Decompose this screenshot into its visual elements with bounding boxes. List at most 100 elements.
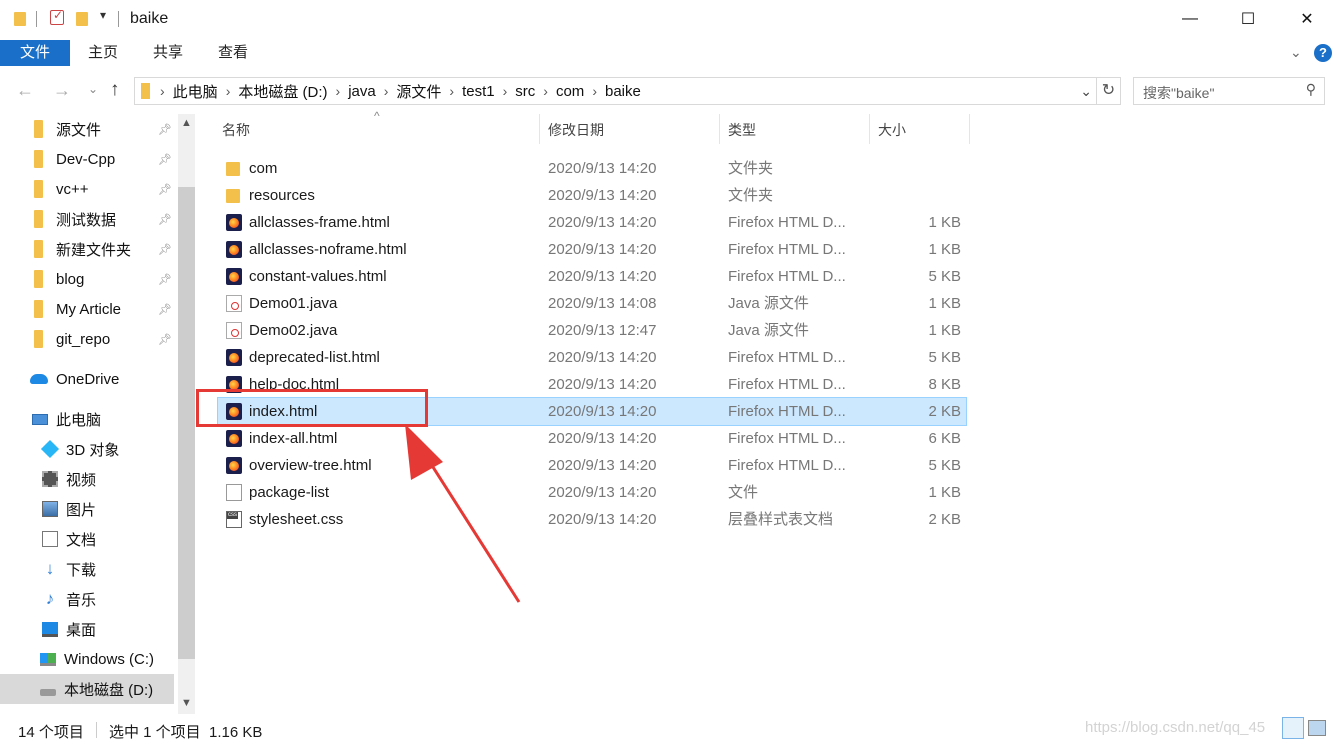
sidebar-item-source-files[interactable]: 源文件 📌︎	[0, 114, 178, 144]
pin-icon[interactable]: 📌︎	[158, 243, 172, 256]
breadcrumb-this-pc[interactable]: 此电脑	[165, 81, 226, 102]
breadcrumb-java[interactable]: java	[340, 83, 384, 100]
column-divider[interactable]	[869, 114, 870, 144]
sidebar-item-music[interactable]: ♪ 音乐	[0, 584, 178, 614]
forward-icon[interactable]: →	[53, 80, 71, 101]
scrollbar-thumb[interactable]	[178, 187, 195, 659]
file-type: Firefox HTML D...	[728, 241, 846, 258]
breadcrumb-drive-d[interactable]: 本地磁盘 (D:)	[230, 81, 335, 102]
new-folder-icon[interactable]	[76, 12, 88, 26]
column-divider[interactable]	[539, 114, 540, 144]
pin-icon[interactable]: 📌︎	[158, 183, 172, 196]
file-name: overview-tree.html	[249, 457, 372, 474]
navigation-pane: 源文件 📌︎ Dev-Cpp 📌︎ vc++ 📌︎ 测试数据 📌︎ 新建文件夹 📌︎ bl…	[0, 114, 178, 714]
up-icon[interactable]: ↑	[110, 79, 120, 101]
scroll-up-icon[interactable]: ▲	[181, 117, 192, 129]
file-row-demo01[interactable]: Demo01.java 2020/9/13 14:08 Java 源文件 1 KB	[218, 290, 966, 317]
help-icon[interactable]: ?	[1314, 44, 1332, 62]
file-size: 5 KB	[928, 349, 961, 366]
file-row-allclasses-noframe[interactable]: allclasses-noframe.html 2020/9/13 14:20 Fi…	[218, 236, 966, 263]
sidebar-item-windows-c[interactable]: Windows (C:)	[0, 644, 178, 674]
sidebar-item-my-article[interactable]: My Article 📌︎	[0, 294, 178, 324]
file-row-deprecated-list[interactable]: deprecated-list.html 2020/9/13 14:20 Firef…	[218, 344, 966, 371]
recent-locations-icon[interactable]: ⌄	[88, 82, 98, 96]
refresh-icon[interactable]: ↻	[1097, 77, 1121, 105]
tab-file[interactable]: 文件	[0, 40, 70, 66]
breadcrumb-baike[interactable]: baike	[597, 83, 649, 100]
file-row-allclasses-frame[interactable]: allclasses-frame.html 2020/9/13 14:20 Fire…	[218, 209, 966, 236]
maximize-button[interactable]: ☐	[1225, 0, 1271, 38]
sidebar-item-desktop[interactable]: 桌面	[0, 614, 178, 644]
sidebar-item-3d-objects[interactable]: 3D 对象	[0, 434, 178, 464]
sidebar-item-blog[interactable]: blog 📌︎	[0, 264, 178, 294]
customize-quick-access-icon[interactable]: ▾	[100, 8, 106, 22]
annotation-highlight-box	[196, 389, 428, 427]
breadcrumb-test1[interactable]: test1	[454, 83, 503, 100]
column-divider[interactable]	[719, 114, 720, 144]
details-view-icon[interactable]	[1282, 717, 1304, 739]
large-icons-view-icon[interactable]	[1308, 720, 1326, 736]
file-row-com[interactable]: com 2020/9/13 14:20 文件夹	[218, 155, 966, 182]
address-bar[interactable]: › 此电脑 › 本地磁盘 (D:) › java › 源文件 › test1 ›…	[134, 77, 1097, 105]
tab-view[interactable]: 查看	[201, 40, 265, 66]
search-input[interactable]: 搜索"baike"	[1143, 83, 1214, 103]
file-row-stylesheet[interactable]: stylesheet.css 2020/9/13 14:20 层叠样式表文档 2 KB	[218, 506, 966, 533]
folder-icon	[34, 330, 43, 348]
pin-icon[interactable]: 📌︎	[158, 213, 172, 226]
sidebar-item-new-folder[interactable]: 新建文件夹 📌︎	[0, 234, 178, 264]
folder-icon	[34, 150, 43, 168]
file-date: 2020/9/13 14:20	[548, 187, 657, 204]
tab-home[interactable]: 主页	[71, 40, 135, 66]
file-name: Demo01.java	[249, 295, 338, 312]
file-row-resources[interactable]: resources 2020/9/13 14:20 文件夹	[218, 182, 966, 209]
file-date: 2020/9/13 14:20	[548, 160, 657, 177]
scroll-down-icon[interactable]: ▼	[181, 697, 192, 709]
pin-icon[interactable]: 📌︎	[158, 303, 172, 316]
column-divider[interactable]	[969, 114, 970, 144]
pin-icon[interactable]: 📌︎	[158, 333, 172, 346]
sidebar-item-documents[interactable]: 文档	[0, 524, 178, 554]
sidebar-item-label: 下载	[66, 561, 97, 579]
file-name: stylesheet.css	[249, 511, 344, 528]
address-history-icon[interactable]: ⌄	[1080, 83, 1092, 100]
sidebar-item-this-pc[interactable]: 此电脑	[0, 404, 178, 434]
java-file-icon	[226, 322, 242, 339]
sidebar-item-label: 本地磁盘 (D:)	[64, 681, 154, 699]
file-row-index-all[interactable]: index-all.html 2020/9/13 14:20 Firefox HTM…	[218, 425, 966, 452]
onedrive-icon	[30, 374, 48, 384]
sidebar-item-test-data[interactable]: 测试数据 📌︎	[0, 204, 178, 234]
column-header-type[interactable]: 类型	[728, 116, 756, 144]
status-bar: 14 个项目 选中 1 个项目 1.16 KB https://blog.csd…	[0, 716, 1338, 745]
folder-icon	[34, 240, 43, 258]
sidebar-item-downloads[interactable]: ↓ 下载	[0, 554, 178, 584]
tab-share[interactable]: 共享	[136, 40, 200, 66]
pin-icon[interactable]: 📌︎	[158, 273, 172, 286]
file-row-demo02[interactable]: Demo02.java 2020/9/13 12:47 Java 源文件 1 KB	[218, 317, 966, 344]
expand-ribbon-icon[interactable]: ⌄	[1290, 44, 1302, 61]
folder-icon	[141, 83, 150, 99]
breadcrumb-source-files[interactable]: 源文件	[388, 81, 449, 102]
back-icon[interactable]: ←	[16, 80, 34, 101]
file-row-package-list[interactable]: package-list 2020/9/13 14:20 文件 1 KB	[218, 479, 966, 506]
file-row-constant-values[interactable]: constant-values.html 2020/9/13 14:20 Firef…	[218, 263, 966, 290]
breadcrumb-src[interactable]: src	[507, 83, 543, 100]
sidebar-item-dev-cpp[interactable]: Dev-Cpp 📌︎	[0, 144, 178, 174]
column-header-date[interactable]: 修改日期	[548, 116, 604, 144]
search-icon[interactable]: ⚲	[1306, 81, 1316, 98]
sidebar-item-onedrive[interactable]: OneDrive	[0, 364, 178, 394]
minimize-button[interactable]: —	[1167, 0, 1213, 38]
sidebar-item-local-disk-d[interactable]: 本地磁盘 (D:)	[0, 674, 174, 704]
pin-icon[interactable]: 📌︎	[158, 123, 172, 136]
close-button[interactable]: ✕	[1284, 0, 1330, 38]
breadcrumb-com[interactable]: com	[548, 83, 592, 100]
sidebar-item-pictures[interactable]: 图片	[0, 494, 178, 524]
properties-icon[interactable]: ✓	[50, 8, 64, 25]
sidebar-item-vc[interactable]: vc++ 📌︎	[0, 174, 178, 204]
search-box[interactable]: 搜索"baike" ⚲	[1133, 77, 1325, 105]
sidebar-item-git-repo[interactable]: git_repo 📌︎	[0, 324, 178, 354]
column-header-name[interactable]: 名称	[222, 116, 250, 144]
file-row-overview-tree[interactable]: overview-tree.html 2020/9/13 14:20 Firefox…	[218, 452, 966, 479]
sidebar-item-videos[interactable]: 视频	[0, 464, 178, 494]
pin-icon[interactable]: 📌︎	[158, 153, 172, 166]
column-header-size[interactable]: 大小	[878, 116, 906, 144]
